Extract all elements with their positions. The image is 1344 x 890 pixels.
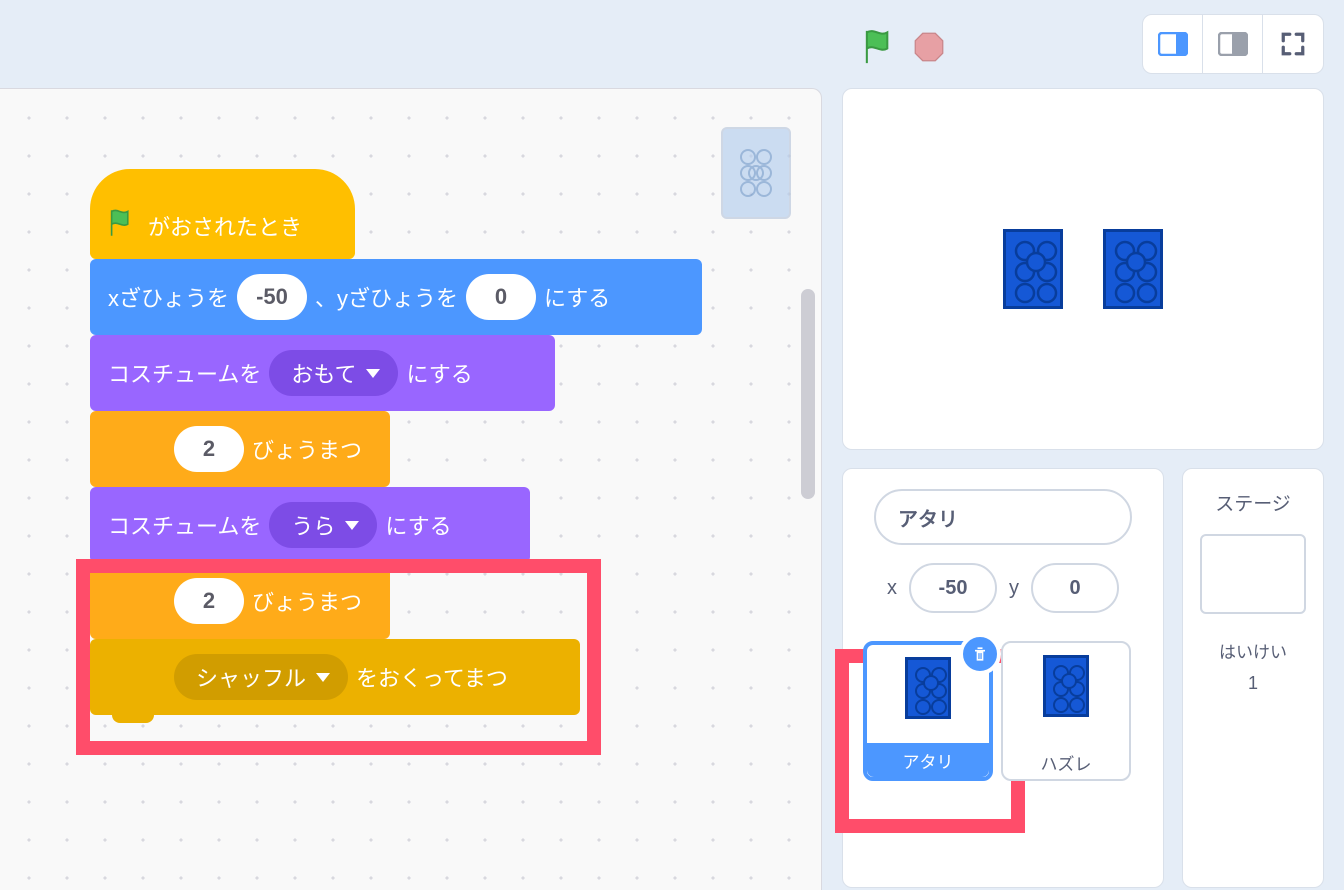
stop-icon[interactable] [914,32,944,62]
sprite-thumb-icon [905,657,951,719]
x-label: x [887,577,897,600]
top-bar [0,0,1344,88]
costume2-dropdown[interactable]: うら [269,502,377,548]
costume2-suf: にする [385,509,451,541]
flag-in-block-icon [108,208,136,244]
goto-mid: 、yざひょうを [315,281,458,313]
broadcast-dd-label: シャッフル [196,661,306,693]
goto-pre: xざひょうを [108,281,229,313]
costume1-pre: コスチュームを [108,357,261,389]
dropdown-arrow-icon [366,369,380,378]
goto-xy-block[interactable]: xざひょうを -50 、yざひょうを 0 にする [90,259,702,335]
wait-block-2[interactable]: 2 びょうまつ [90,563,390,639]
sprite-thumb-icon [1043,655,1089,717]
run-controls [862,28,944,66]
goto-suf: にする [544,281,610,313]
sprite-item-hazure[interactable]: ハズレ [1001,641,1131,781]
costume1-suf: にする [406,357,472,389]
stage-preview[interactable] [842,88,1324,450]
scrollbar-thumb[interactable] [801,289,815,499]
y-label: y [1009,577,1019,600]
switch-costume-block-1[interactable]: コスチュームを おもて にする [90,335,555,411]
sprite-watermark [721,127,791,219]
sprite-list: アタリ ハズレ [863,641,1143,781]
sprite-x-value: -50 [939,577,968,600]
goto-y-input[interactable]: 0 [466,274,536,320]
delete-sprite-button[interactable] [959,633,1001,675]
stage-thumbnail[interactable] [1200,534,1306,614]
block-stack[interactable]: がおされたとき xざひょうを -50 、yざひょうを 0 にする コスチュームを… [90,169,702,715]
sprite-y-value: 0 [1069,577,1080,600]
sprite-x-input[interactable]: -50 [909,563,997,613]
wait1-input[interactable]: 2 [174,426,244,472]
sprite-name-value: アタリ [898,503,958,532]
wait1-suf: びょうまつ [252,433,362,465]
code-area[interactable]: がおされたとき xざひょうを -50 、yざひょうを 0 にする コスチュームを… [0,88,822,890]
sprite-item-atari[interactable]: アタリ [863,641,993,781]
small-stage-button[interactable] [1143,15,1203,73]
stage-selector-panel: ステージ はいけい 1 [1182,468,1324,888]
sprite-item-label: アタリ [867,743,989,777]
backdrop-count: 1 [1248,673,1258,694]
backdrop-label: はいけい [1219,638,1287,663]
view-mode-buttons [1142,14,1324,74]
sprite-y-input[interactable]: 0 [1031,563,1119,613]
wait2-input[interactable]: 2 [174,578,244,624]
when-flag-label: がおされたとき [148,210,302,242]
broadcast-suf: をおくってまつ [356,661,508,693]
when-flag-clicked-block[interactable]: がおされたとき [90,169,355,259]
costume1-dd-label: おもて [291,357,356,389]
dropdown-arrow-icon [345,521,359,530]
stage-title: ステージ [1215,489,1291,516]
wait2-suf: びょうまつ [252,585,362,617]
goto-x-input[interactable]: -50 [237,274,307,320]
large-stage-button[interactable] [1203,15,1263,73]
costume1-dropdown[interactable]: おもて [269,350,398,396]
sprite-name-input[interactable]: アタリ [874,489,1132,545]
broadcast-and-wait-block[interactable]: シャッフル をおくってまつ [90,639,580,715]
costume2-dd-label: うら [291,509,335,541]
switch-costume-block-2[interactable]: コスチュームを うら にする [90,487,530,563]
sprite-item-label: ハズレ [1003,745,1129,779]
green-flag-icon[interactable] [862,28,898,66]
sprite-info-panel: アタリ x -50 y 0 アタリ [842,468,1164,888]
sprite-coords: x -50 y 0 [863,563,1143,613]
costume2-pre: コスチュームを [108,509,261,541]
wait-block-1[interactable]: 2 びょうまつ [90,411,390,487]
stage-sprite-card-1[interactable] [1003,229,1063,309]
broadcast-dropdown[interactable]: シャッフル [174,654,348,700]
fullscreen-button[interactable] [1263,15,1323,73]
stage-sprite-card-2[interactable] [1103,229,1163,309]
dropdown-arrow-icon [316,673,330,682]
